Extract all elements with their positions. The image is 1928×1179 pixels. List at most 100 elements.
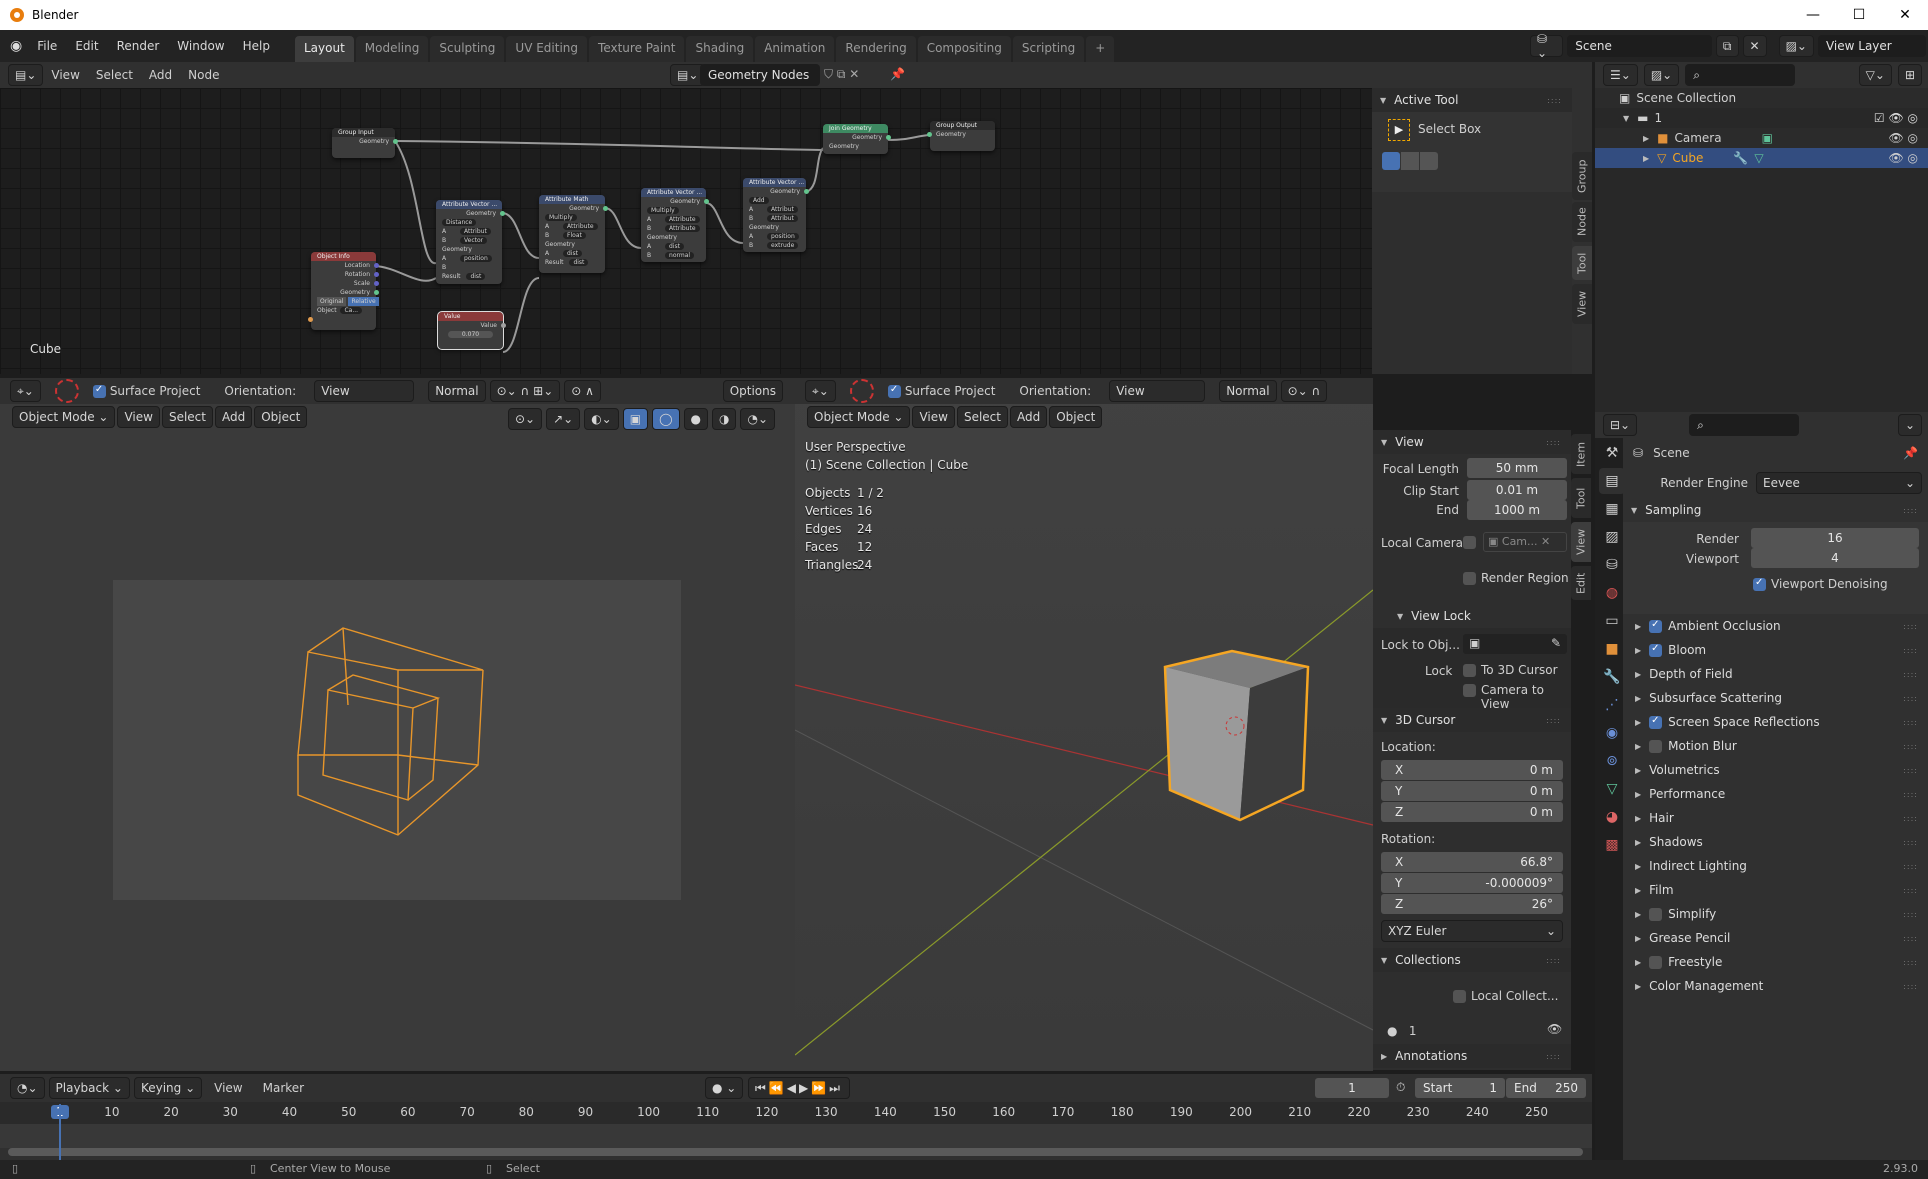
tab-layout[interactable]: Layout <box>294 36 354 62</box>
pivot-dropdown[interactable]: Normal <box>428 380 486 402</box>
collection-row[interactable]: ● 1 <box>1387 1024 1417 1038</box>
drag-grip-icon[interactable]: :::: <box>1547 96 1562 105</box>
drag-grip-icon[interactable]: :::: <box>1903 886 1918 895</box>
tab-shading[interactable]: Shading <box>686 36 754 62</box>
drag-grip-icon[interactable]: :::: <box>1903 862 1918 871</box>
panel-volumetrics[interactable]: ▶ Volumetrics:::: <box>1623 758 1928 782</box>
output-tab-icon[interactable]: ▦ <box>1599 496 1625 522</box>
camera-data-icon[interactable]: ▣ <box>1762 131 1773 145</box>
mode-original[interactable]: Original <box>317 297 347 306</box>
editor-type-icon[interactable]: ▤⌄ <box>8 64 44 86</box>
auto-keying-icon[interactable]: ● ⌄ <box>705 1077 744 1099</box>
frame-ruler[interactable]: 1102030405060708090100110120130140150160… <box>0 1102 1592 1124</box>
collections-panel-header[interactable]: ▼ Collections:::: <box>1373 948 1571 972</box>
viewport-left[interactable]: ⌖⌄ Surface Project Orientation: View Nor… <box>0 378 795 1071</box>
snap-icon[interactable]: ⊙⌄ ∩ ⊞⌄ <box>489 380 561 402</box>
drag-grip-icon[interactable]: :::: <box>1903 718 1918 727</box>
tab-uv-editing[interactable]: UV Editing <box>506 36 588 62</box>
a-type-dropdown[interactable]: Attribut <box>767 206 798 213</box>
operation-dropdown[interactable]: Distance <box>442 219 477 226</box>
expand-triangle-icon[interactable]: ▼ <box>1623 114 1629 123</box>
modifier-tab-icon[interactable]: 🔧 <box>1599 664 1625 690</box>
shading-rendered-icon[interactable]: ◔⌄ <box>740 408 775 430</box>
drag-grip-icon[interactable]: :::: <box>1903 934 1918 943</box>
lock-cursor-checkbox[interactable] <box>1463 664 1476 677</box>
socket-geometry-out[interactable] <box>603 206 608 211</box>
shading-material-icon[interactable]: ◑ <box>711 408 737 430</box>
cursor-rotation-x-field[interactable]: X 66.8° <box>1381 852 1563 872</box>
panel-screen-space-reflections[interactable]: ▶ Screen Space Reflections:::: <box>1623 710 1928 734</box>
drag-grip-icon[interactable]: :::: <box>1903 814 1918 823</box>
tab-modeling[interactable]: Modeling <box>355 36 429 62</box>
menu-help[interactable]: Help <box>234 39 279 53</box>
socket-location[interactable] <box>374 263 379 268</box>
scene-copy-icon[interactable]: ⧉ <box>1715 35 1739 57</box>
cursor-tool-icon[interactable] <box>54 379 79 403</box>
panel-enable-checkbox[interactable] <box>1649 619 1663 633</box>
local-camera-field[interactable]: ▣ Cam... ✕ <box>1483 532 1567 552</box>
drag-grip-icon[interactable]: :::: <box>1903 506 1918 515</box>
timeline-scrollbar[interactable] <box>8 1148 1583 1156</box>
sidebar-tab-tool[interactable]: Tool <box>1572 246 1592 280</box>
drag-grip-icon[interactable]: :::: <box>1903 910 1918 919</box>
viewport-samples-field[interactable]: 4 <box>1751 548 1919 568</box>
menu-file[interactable]: File <box>28 39 66 53</box>
menu-add[interactable]: Add <box>1009 406 1048 428</box>
panel-film[interactable]: ▶ Film:::: <box>1623 878 1928 902</box>
visibility-icon[interactable]: ⊙⌄ <box>507 408 543 430</box>
surface-project-checkbox[interactable] <box>92 384 106 398</box>
panel-enable-checkbox[interactable] <box>1649 955 1663 969</box>
socket-object[interactable] <box>308 317 313 322</box>
local-camera-checkbox[interactable] <box>1463 536 1476 549</box>
render-samples-field[interactable]: 16 <box>1751 528 1919 548</box>
result-field[interactable]: dist <box>466 273 486 280</box>
timeline-editor-type-icon[interactable]: ◔⌄ <box>10 1077 45 1099</box>
n-tab-view[interactable]: View <box>1571 522 1591 562</box>
playback-controls[interactable]: ⏮⏪◀▶⏩⏭ <box>748 1077 850 1099</box>
current-frame-field[interactable]: 1 <box>1315 1078 1389 1098</box>
properties-search-input[interactable]: ⌕ <box>1689 414 1800 436</box>
expand-triangle-icon[interactable]: ▶ <box>1643 154 1649 163</box>
scene-browse-icon[interactable]: ⛁⌄ <box>1530 32 1564 60</box>
tab-animation[interactable]: Animation <box>755 36 835 62</box>
a-type-dropdown[interactable]: Attribut <box>460 228 491 235</box>
display-mode-icon[interactable]: ▨⌄ <box>1643 64 1680 86</box>
clip-end-field[interactable]: 1000 m <box>1467 500 1567 520</box>
panel-enable-checkbox[interactable] <box>1649 739 1663 753</box>
new-collection-icon[interactable]: ⊞ <box>1897 64 1922 86</box>
tab-scripting[interactable]: Scripting <box>1012 36 1085 62</box>
particles-tab-icon[interactable]: ⋰ <box>1599 692 1625 718</box>
camera-to-view-checkbox[interactable] <box>1463 684 1476 697</box>
local-collections-checkbox[interactable] <box>1453 990 1466 1003</box>
xray-icon[interactable]: ▣ <box>622 408 649 430</box>
node-group-input[interactable]: Group Input Geometry <box>332 128 398 158</box>
render-region-checkbox[interactable] <box>1463 572 1476 585</box>
menu-window[interactable]: Window <box>168 39 233 53</box>
result-field[interactable]: dist <box>569 259 589 266</box>
socket-rotation[interactable] <box>374 272 379 277</box>
n-tab-edit[interactable]: Edit <box>1571 566 1591 600</box>
cursor-location-z-field[interactable]: Z 0 m <box>1381 802 1563 822</box>
fake-user-shield-icon[interactable]: ⛉ ⧉ ✕ <box>824 67 859 82</box>
expand-triangle-icon[interactable]: ▶ <box>1643 134 1649 143</box>
menu-object[interactable]: Object <box>1049 406 1103 428</box>
menu-node[interactable]: Node <box>180 68 227 82</box>
row-visibility-icons[interactable]: 👁 ◎ <box>1888 131 1918 145</box>
cursor-location-y-field[interactable]: Y 0 m <box>1381 781 1563 801</box>
panel-hair[interactable]: ▶ Hair:::: <box>1623 806 1928 830</box>
scene-name-field[interactable]: Scene <box>1567 35 1712 57</box>
data-tab-icon[interactable]: ▽ <box>1599 776 1625 802</box>
panel-color-management[interactable]: ▶ Color Management:::: <box>1623 974 1928 998</box>
proportional-edit-icon[interactable]: ⊙ ∧ <box>564 380 601 402</box>
transform-gizmo-icon[interactable]: ⌖⌄ <box>10 380 41 402</box>
surface-project-checkbox[interactable] <box>887 384 901 398</box>
menu-view[interactable]: View <box>206 1081 250 1095</box>
snap-icon[interactable]: ⊙⌄ ∩ <box>1280 380 1328 402</box>
menu-edit[interactable]: Edit <box>66 39 107 53</box>
panel-shadows[interactable]: ▶ Shadows:::: <box>1623 830 1928 854</box>
render-engine-dropdown[interactable]: Eevee ⌄ <box>1756 472 1922 494</box>
maximize-button[interactable]: ☐ <box>1836 0 1882 30</box>
constraints-tab-icon[interactable]: ⊚ <box>1599 748 1625 774</box>
menu-select[interactable]: Select <box>88 68 141 82</box>
orientation-dropdown[interactable]: View <box>1109 380 1206 402</box>
